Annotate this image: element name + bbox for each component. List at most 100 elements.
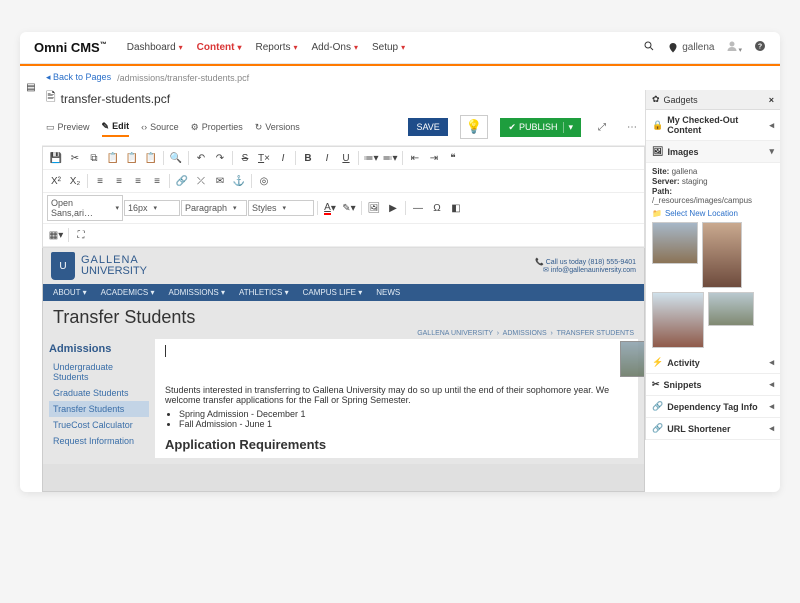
gadget-snippets[interactable]: ✂Snippets◂ (646, 374, 780, 396)
tab-properties[interactable]: ⚙ Properties (191, 119, 243, 136)
image-icon[interactable]: 🖼 (365, 199, 383, 217)
tab-source[interactable]: ‹› Source (141, 119, 179, 135)
nav-athletics[interactable]: ATHLETICS ▾ (239, 288, 289, 297)
image-thumb[interactable] (708, 292, 754, 326)
expand-icon[interactable]: ⤢ (593, 118, 611, 136)
tab-preview[interactable]: ▭ Preview (46, 119, 90, 136)
fullscreen-icon[interactable]: ⛶ (72, 226, 90, 244)
sidenav-request[interactable]: Request Information (49, 433, 149, 449)
tab-edit[interactable]: ✎ Edit (102, 118, 130, 137)
align-justify-icon[interactable]: ≡ (148, 172, 166, 190)
gadgets-close-icon[interactable]: × (769, 95, 774, 105)
pages-icon[interactable]: ▤ (26, 82, 35, 93)
subscript-icon[interactable]: X₂ (66, 172, 84, 190)
paste-word-icon[interactable]: 📋 (142, 149, 160, 167)
save-icon[interactable]: 💾 (47, 149, 65, 167)
superscript-icon[interactable]: X² (47, 172, 65, 190)
styles-select[interactable]: Styles▾ (248, 200, 314, 216)
paste-icon[interactable]: 📋 (104, 149, 122, 167)
image-thumb[interactable] (652, 222, 698, 264)
font-select[interactable]: Open Sans,ari…▾ (47, 195, 123, 221)
nav-content[interactable]: Content ▾ (197, 42, 242, 53)
undo-icon[interactable]: ↶ (192, 149, 210, 167)
italic-icon[interactable]: I (274, 149, 292, 167)
nav-addons[interactable]: Add-Ons ▾ (312, 42, 358, 53)
sidenav-undergrad[interactable]: Undergraduate Students (49, 359, 149, 385)
paste-text-icon[interactable]: 📋 (123, 149, 141, 167)
image-thumb[interactable] (652, 292, 704, 348)
image-thumb[interactable] (702, 222, 742, 288)
copy-icon[interactable]: ⧉ (85, 149, 103, 167)
italic2-icon[interactable]: I (318, 149, 336, 167)
sidenav-transfer[interactable]: Transfer Students (49, 401, 149, 417)
nav-campus[interactable]: CAMPUS LIFE ▾ (303, 288, 363, 297)
bold-icon[interactable]: B (299, 149, 317, 167)
link-icon[interactable]: 🔗 (173, 172, 191, 190)
images-gadget-body: Site: gallena Server: staging Path: /_re… (646, 163, 780, 352)
user-menu[interactable]: ▾ (726, 40, 742, 55)
clear-icon[interactable]: T× (255, 149, 273, 167)
editor-toolbar: 💾 ✂ ⧉ 📋 📋 📋 🔍 ↶ ↷ S T× I B (42, 146, 645, 248)
gadget-checked-out[interactable]: 🔒My Checked-Out Content◂ (646, 110, 780, 141)
topnav: Dashboard ▾ Content ▾ Reports ▾ Add-Ons … (127, 42, 405, 53)
gadget-images[interactable]: 🖼Images▾ (646, 141, 780, 163)
publish-button[interactable]: ✔ PUBLISH▾ (500, 118, 581, 137)
sidenav-grad[interactable]: Graduate Students (49, 385, 149, 401)
more-icon[interactable]: ⋯ (623, 118, 641, 136)
search-icon[interactable] (643, 40, 655, 55)
size-select[interactable]: 16px▾ (124, 200, 180, 216)
number-list-icon[interactable]: ≕▾ (381, 149, 399, 167)
nav-setup[interactable]: Setup ▾ (372, 42, 405, 53)
svg-text:?: ? (758, 44, 762, 51)
highlight-icon[interactable]: ✎▾ (340, 199, 358, 217)
lightbulb-button[interactable]: 💡 (460, 115, 489, 139)
sidenav-truecost[interactable]: TrueCost Calculator (49, 417, 149, 433)
underline-icon[interactable]: U (337, 149, 355, 167)
redo-icon[interactable]: ↷ (211, 149, 229, 167)
bullet-list-icon[interactable]: ≔▾ (362, 149, 380, 167)
side-nav: Admissions Undergraduate Students Gradua… (43, 339, 155, 464)
align-center-icon[interactable]: ≡ (110, 172, 128, 190)
dragged-image[interactable] (620, 341, 645, 377)
select-new-location[interactable]: 📁Select New Location (652, 209, 774, 218)
help-icon[interactable]: ? (754, 40, 766, 55)
find-icon[interactable]: 🔍 (167, 149, 185, 167)
unlink-icon[interactable]: ⤫ (192, 172, 210, 190)
tab-versions[interactable]: ↻ Versions (255, 119, 300, 136)
media-icon[interactable]: ▶ (384, 199, 402, 217)
quote-icon[interactable]: ❝ (444, 149, 462, 167)
cut-icon[interactable]: ✂ (66, 149, 84, 167)
nav-dashboard[interactable]: Dashboard ▾ (127, 42, 183, 53)
editable-region[interactable]: Students interested in transferring to G… (155, 339, 638, 458)
mail-icon[interactable]: ✉ (211, 172, 229, 190)
nav-about[interactable]: ABOUT ▾ (53, 288, 87, 297)
site-selector[interactable]: gallena (667, 42, 714, 54)
gadget-url[interactable]: 🔗URL Shortener◂ (646, 418, 780, 440)
strike-icon[interactable]: S (236, 149, 254, 167)
table-icon[interactable]: ▦▾ (47, 226, 65, 244)
align-right-icon[interactable]: ≡ (129, 172, 147, 190)
hr-icon[interactable]: — (409, 199, 427, 217)
nav-admissions[interactable]: ADMISSIONS ▾ (168, 288, 224, 297)
gadget-dependency[interactable]: 🔗Dependency Tag Info◂ (646, 396, 780, 418)
anchor-icon[interactable]: ⚓ (230, 172, 248, 190)
nav-reports[interactable]: Reports ▾ (255, 42, 297, 53)
breadcrumb-path: /admissions/transfer-students.pcf (117, 73, 249, 83)
textcolor-icon[interactable]: A▾ (321, 199, 339, 217)
snippet-icon[interactable]: ◎ (255, 172, 273, 190)
file-icon: 🖹 (46, 88, 56, 109)
gadget-activity[interactable]: ⚡Activity◂ (646, 352, 780, 374)
indent-icon[interactable]: ⇥ (425, 149, 443, 167)
outdent-icon[interactable]: ⇤ (406, 149, 424, 167)
component-icon[interactable]: ◧ (447, 199, 465, 217)
back-link[interactable]: ◂ Back to Pages (46, 72, 111, 83)
align-left-icon[interactable]: ≡ (91, 172, 109, 190)
gadgets-panel: ✿ Gadgets × 🔒My Checked-Out Content◂ 🖼Im… (645, 90, 780, 440)
nav-news[interactable]: NEWS (376, 288, 400, 297)
gadgets-gear-icon[interactable]: ✿ (652, 94, 660, 105)
nav-academics[interactable]: ACADEMICS ▾ (101, 288, 155, 297)
char-icon[interactable]: Ω (428, 199, 446, 217)
save-button[interactable]: SAVE (408, 118, 447, 136)
para-select[interactable]: Paragraph▾ (181, 200, 247, 216)
file-name: transfer-students.pcf (61, 92, 170, 106)
